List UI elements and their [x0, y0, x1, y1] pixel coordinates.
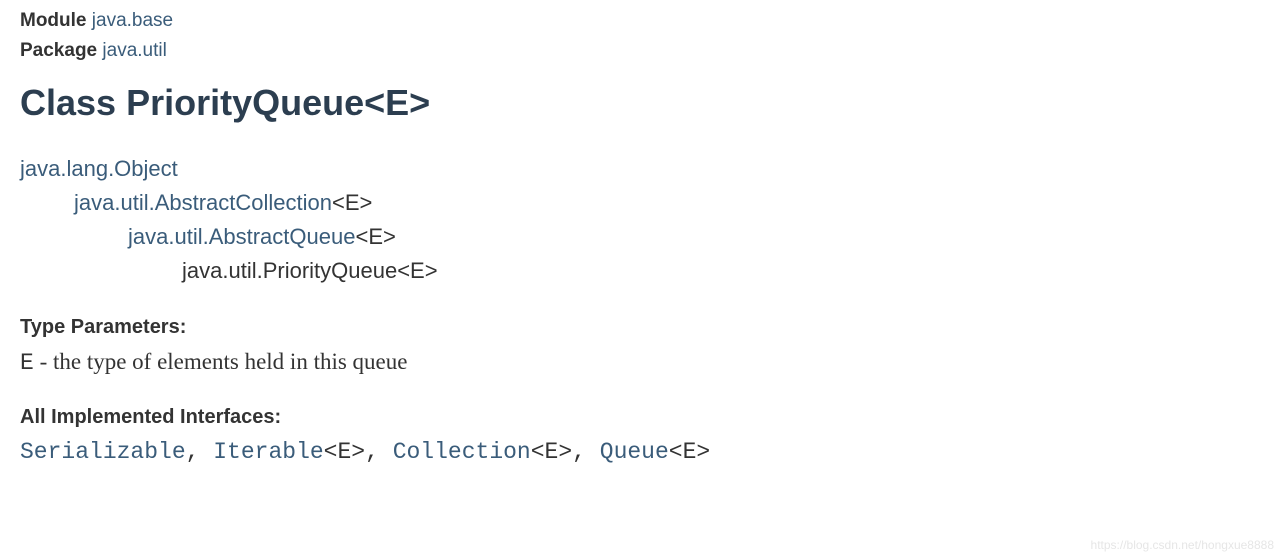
inheritance-level-3: java.util.PriorityQueue<E> — [182, 254, 1264, 288]
class-title: Class PriorityQueue<E> — [20, 82, 1264, 124]
interface-link-iterable[interactable]: Iterable — [213, 439, 323, 465]
module-label: Module — [20, 10, 87, 31]
package-label: Package — [20, 40, 97, 61]
implemented-interfaces-heading: All Implemented Interfaces: — [20, 406, 1264, 429]
package-line: Package java.util — [20, 40, 1264, 62]
type-param-code: E — [20, 350, 34, 376]
module-line: Module java.base — [20, 10, 1264, 32]
interface-sep-2: , — [572, 439, 600, 465]
interface-suffix-3: <E> — [669, 439, 710, 465]
type-parameters-heading: Type Parameters: — [20, 316, 1264, 339]
inheritance-link-object[interactable]: java.lang.Object — [20, 156, 178, 181]
inheritance-level-1: java.util.AbstractCollection<E> — [74, 186, 1264, 220]
inheritance-level-0: java.lang.Object — [20, 152, 1264, 186]
watermark: https://blog.csdn.net/hongxue8888 — [1091, 538, 1274, 552]
inheritance-link-abstractcollection[interactable]: java.util.AbstractCollection — [74, 190, 332, 215]
module-link[interactable]: java.base — [92, 10, 173, 31]
interface-sep-1: , — [365, 439, 393, 465]
implemented-interfaces-list: Serializable, Iterable<E>, Collection<E>… — [20, 439, 1264, 465]
interface-suffix-2: <E> — [531, 439, 572, 465]
interface-sep-0: , — [186, 439, 214, 465]
interface-suffix-1: <E> — [324, 439, 365, 465]
inheritance-suffix-2: <E> — [355, 224, 395, 249]
inheritance-suffix-1: <E> — [332, 190, 372, 215]
inheritance-level-2: java.util.AbstractQueue<E> — [128, 220, 1264, 254]
interface-link-serializable[interactable]: Serializable — [20, 439, 186, 465]
inheritance-link-abstractqueue[interactable]: java.util.AbstractQueue — [128, 224, 355, 249]
type-parameters-description: E - the type of elements held in this qu… — [20, 349, 1264, 376]
inheritance-tree: java.lang.Object java.util.AbstractColle… — [20, 152, 1264, 288]
type-param-text: - the type of elements held in this queu… — [34, 349, 408, 374]
package-link[interactable]: java.util — [102, 40, 166, 61]
interface-link-queue[interactable]: Queue — [600, 439, 669, 465]
interface-link-collection[interactable]: Collection — [393, 439, 531, 465]
